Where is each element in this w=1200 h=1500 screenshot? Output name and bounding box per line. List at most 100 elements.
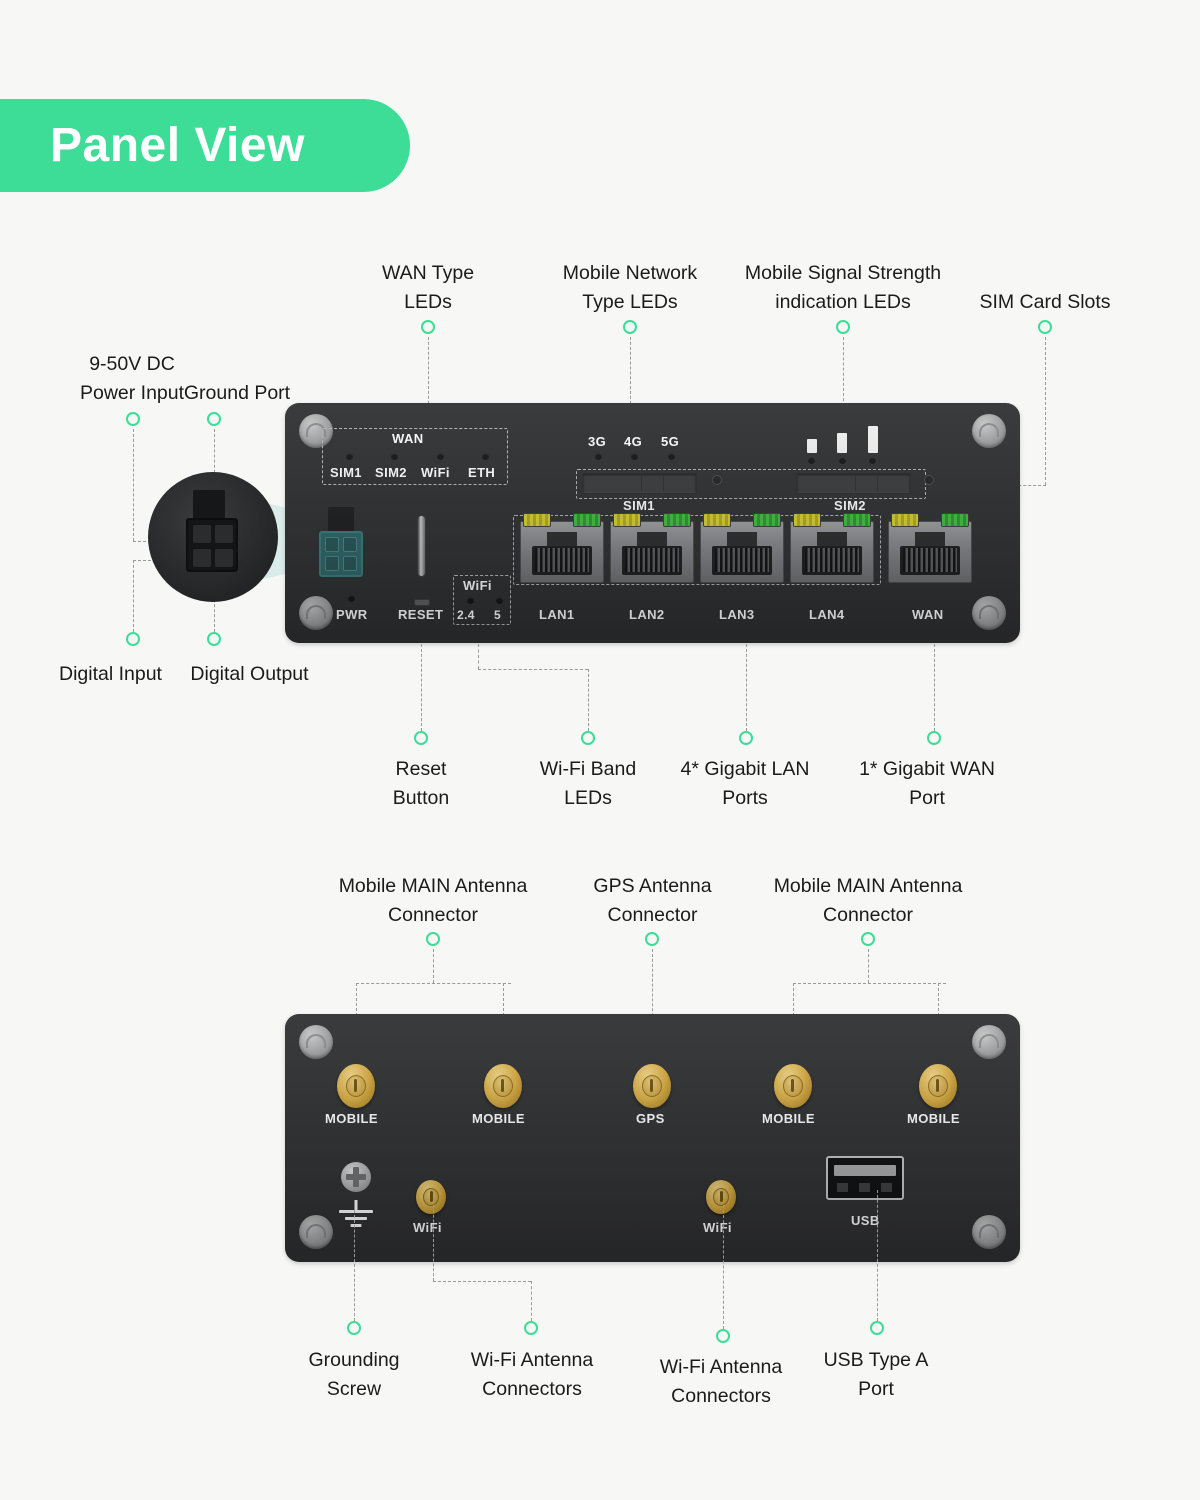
antenna-connector-mobile-3[interactable] <box>774 1064 812 1108</box>
port-lan3[interactable] <box>700 513 784 583</box>
callout-label-wifi-antenna-right: Wi-Fi Antenna Connectors <box>659 1356 783 1407</box>
callout-dot-digital-input <box>126 632 140 646</box>
chassis-screw-bottom-left <box>299 596 333 630</box>
wan-led-right <box>941 513 969 527</box>
callout-label-usb-port: USB Type A Port <box>823 1349 929 1400</box>
reset-button[interactable] <box>414 599 430 606</box>
lan1-led-right <box>573 513 601 527</box>
callout-dot-wifi-band-leds <box>581 731 595 745</box>
callout-line-wan-port <box>934 644 935 731</box>
led-wifi <box>437 453 444 460</box>
wifi-band-label-5: 5 <box>494 608 502 622</box>
callout-line-wifi-band-stem <box>478 644 479 669</box>
network-led-label-4g: 4G <box>624 434 643 449</box>
callout-dot-sim-card-slots <box>1038 320 1052 334</box>
antenna-connector-wifi-2[interactable] <box>706 1180 736 1214</box>
sim2-slot[interactable] <box>796 473 911 494</box>
led-signal-3 <box>869 457 876 464</box>
lan4-led-right <box>843 513 871 527</box>
callout-label-mobile-main-antenna-right: Mobile MAIN Antenna Connector <box>773 875 963 926</box>
callout-dot-mobile-main-antenna-right <box>861 932 875 946</box>
grounding-screw[interactable] <box>341 1162 371 1192</box>
callout-dot-wan-port <box>927 731 941 745</box>
magnified-pin-1 <box>193 525 211 543</box>
antenna-connector-mobile-2[interactable] <box>484 1064 522 1108</box>
callout-line-reset-button <box>421 644 422 731</box>
lan2-led-right <box>663 513 691 527</box>
callout-line-grounding-screw <box>354 1210 355 1321</box>
sim1-eject-hole[interactable] <box>712 475 722 485</box>
chassis-screw-bottom-right <box>972 596 1006 630</box>
callout-line-wifi-antenna-left-stem <box>433 1200 434 1281</box>
callout-line-mobile-left-bracket <box>356 983 511 984</box>
port-wan[interactable] <box>888 513 972 583</box>
antenna-connector-wifi-1[interactable] <box>416 1180 446 1214</box>
rear-screw-bottom-left <box>299 1215 333 1249</box>
power-connector-tab <box>328 507 354 531</box>
lan4-led-left <box>793 513 821 527</box>
antenna-label-wifi-2: WiFi <box>703 1220 732 1235</box>
callout-label-wifi-band-leds: Wi-Fi Band LEDs <box>539 758 637 809</box>
antenna-connector-gps[interactable] <box>633 1064 671 1108</box>
led-eth <box>482 453 489 460</box>
port-label-wan: WAN <box>912 607 944 622</box>
signal-bar-3 <box>868 426 878 453</box>
callout-label-digital-output: Digital Output <box>190 663 309 685</box>
usb-slot-1 <box>837 1183 848 1192</box>
callout-label-lan-ports: 4* Gigabit LAN Ports <box>680 758 810 809</box>
power-connector-magnified-view <box>148 472 278 602</box>
signal-bar-2 <box>837 433 847 453</box>
callout-dot-reset-button <box>414 731 428 745</box>
usb-slot-3 <box>881 1183 892 1192</box>
magnified-connector-body <box>186 518 238 572</box>
network-led-label-5g: 5G <box>661 434 680 449</box>
callout-line-wifi-antenna-left-drop <box>531 1281 532 1321</box>
pwr-label: PWR <box>336 607 368 622</box>
sim1-slot[interactable] <box>582 473 697 494</box>
callout-line-mobile-right-bracket <box>793 983 946 984</box>
rear-panel-chassis: MOBILE MOBILE GPS MOBILE MOBILE WiFi WiF… <box>285 1014 1020 1262</box>
magnified-pin-3 <box>193 549 211 567</box>
callout-dot-wan-type-leds <box>421 320 435 334</box>
callout-label-digital-input: Digital Input <box>59 663 162 685</box>
reset-label: RESET <box>398 607 444 622</box>
callout-line-power-input-vert <box>133 429 134 541</box>
lan2-pins <box>625 548 679 572</box>
callout-line-wifi-antenna-left-bracket <box>433 1281 531 1282</box>
wan-pins <box>903 548 957 572</box>
led-5g <box>668 453 675 460</box>
usb-type-a-port[interactable] <box>826 1156 904 1200</box>
lan3-pins <box>715 548 769 572</box>
callout-label-sim-card-slots: SIM Card Slots <box>979 291 1111 313</box>
port-lan1[interactable] <box>520 513 604 583</box>
antenna-label-mobile-3: MOBILE <box>762 1111 815 1126</box>
lan1-pins <box>535 548 589 572</box>
antenna-connector-mobile-4[interactable] <box>919 1064 957 1108</box>
callout-line-mobile-left-stem <box>433 949 434 983</box>
callout-dot-ground-port <box>207 412 221 426</box>
lan1-led-left <box>523 513 551 527</box>
usb-blade <box>834 1165 896 1176</box>
port-label-lan4: LAN4 <box>809 607 845 622</box>
power-connector[interactable] <box>319 531 363 577</box>
magnified-pin-2 <box>215 525 233 543</box>
port-lan4[interactable] <box>790 513 874 583</box>
magnified-pin-4 <box>215 549 233 567</box>
port-label-lan2: LAN2 <box>629 607 665 622</box>
wifi-band-group-title: WiFi <box>463 578 492 593</box>
callout-line-wifi-band-drop <box>588 669 589 731</box>
callout-line-wifi-antenna-right <box>723 1200 724 1329</box>
antenna-label-gps: GPS <box>636 1111 665 1126</box>
callout-dot-power-input <box>126 412 140 426</box>
rear-screw-top-right <box>972 1025 1006 1059</box>
callout-dot-mobile-signal-strength-leds <box>836 320 850 334</box>
antenna-connector-mobile-1[interactable] <box>337 1064 375 1108</box>
sim2-eject-hole[interactable] <box>924 475 934 485</box>
callout-dot-wifi-antenna-left <box>524 1321 538 1335</box>
lan3-led-right <box>753 513 781 527</box>
led-sim2 <box>391 453 398 460</box>
callout-line-mobile-right-stem <box>868 949 869 983</box>
callout-dot-mobile-network-type-leds <box>623 320 637 334</box>
lan4-pins <box>805 548 859 572</box>
port-lan2[interactable] <box>610 513 694 583</box>
